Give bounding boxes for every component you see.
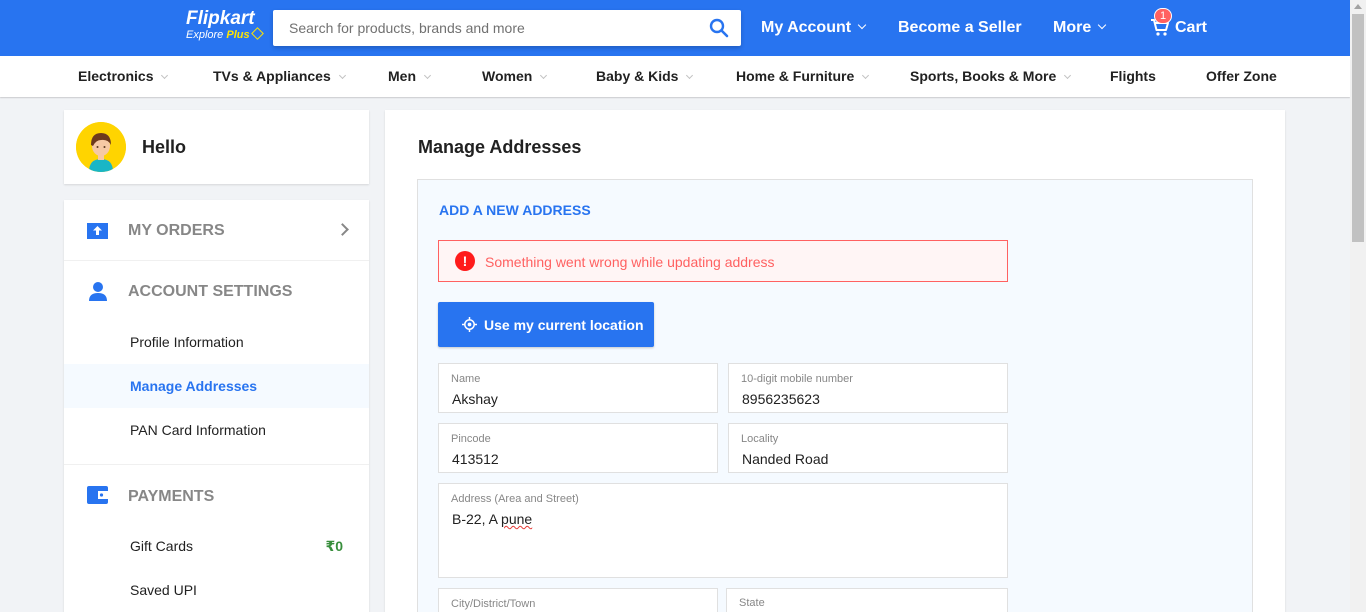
more-label: More — [1053, 19, 1092, 36]
chevron-down-icon — [338, 71, 346, 80]
scrollbar-thumb[interactable] — [1352, 14, 1364, 242]
error-icon: ! — [455, 251, 475, 271]
plus-icon — [250, 27, 264, 40]
brand-name: Flipkart — [186, 8, 255, 29]
address-form: ADD A NEW ADDRESS ! Something went wrong… — [417, 179, 1253, 612]
pan-card-label: PAN Card Information — [130, 422, 266, 438]
chevron-down-icon — [1097, 20, 1107, 30]
state-label: State — [739, 597, 765, 609]
category-flights[interactable]: Flights — [1110, 68, 1156, 84]
sidebar-item-gift-cards[interactable]: Gift Cards ₹0 — [64, 524, 369, 568]
location-crosshair-icon — [462, 317, 477, 332]
orders-icon — [87, 223, 108, 239]
user-avatar-icon — [76, 122, 126, 172]
use-current-location-button[interactable]: Use my current location — [438, 302, 654, 347]
search-bar — [273, 10, 741, 46]
user-greeting-card: Hello — [64, 110, 369, 184]
wallet-icon — [87, 486, 108, 504]
sidebar-section-account-settings: ACCOUNT SETTINGS — [64, 261, 369, 321]
chevron-down-icon — [423, 71, 432, 80]
add-new-address-link[interactable]: ADD A NEW ADDRESS — [439, 202, 591, 218]
name-input[interactable] — [452, 391, 702, 407]
category-electronics[interactable]: Electronics — [78, 68, 169, 84]
payments-label: PAYMENTS — [128, 488, 215, 505]
state-field[interactable]: State — [726, 588, 1008, 612]
cart-link[interactable]: Cart — [1175, 18, 1207, 38]
scroll-up-arrow-icon[interactable] — [1354, 4, 1362, 9]
category-baby-kids[interactable]: Baby & Kids — [596, 68, 694, 84]
category-sports-books[interactable]: Sports, Books & More — [910, 68, 1072, 84]
category-men[interactable]: Men — [388, 68, 432, 84]
page-title: Manage Addresses — [418, 137, 582, 157]
use-location-label: Use my current location — [484, 317, 644, 333]
city-label: City/District/Town — [451, 598, 536, 610]
account-sidebar: MY ORDERS ACCOUNT SETTINGS Profile Infor… — [64, 200, 369, 612]
pincode-input[interactable] — [452, 451, 702, 467]
my-orders-label: MY ORDERS — [128, 222, 225, 239]
sidebar-section-payments: PAYMENTS — [64, 465, 369, 525]
locality-input[interactable] — [742, 451, 992, 467]
chevron-down-icon — [1064, 71, 1072, 80]
chevron-down-icon — [540, 71, 548, 80]
my-account-menu[interactable]: My Account — [761, 18, 867, 38]
chevron-down-icon — [862, 71, 870, 80]
flipkart-logo[interactable]: Flipkart Explore Plus — [186, 8, 264, 42]
category-bar: Electronics TVs & Appliances Men Women B… — [0, 56, 1350, 97]
main-panel: Manage Addresses ADD A NEW ADDRESS ! Som… — [385, 110, 1285, 612]
address-label: Address (Area and Street) — [451, 493, 579, 505]
chevron-down-icon — [161, 71, 169, 80]
mobile-label: 10-digit mobile number — [741, 373, 853, 385]
cart-count-badge: 1 — [1154, 8, 1172, 24]
become-seller-link[interactable]: Become a Seller — [898, 18, 1022, 38]
brand-tagline: Explore Plus — [186, 27, 264, 42]
sidebar-item-pan-card[interactable]: PAN Card Information — [64, 408, 369, 452]
error-message: Something went wrong while updating addr… — [485, 254, 775, 270]
locality-field: Locality — [728, 423, 1008, 473]
profile-information-label: Profile Information — [130, 334, 244, 350]
sidebar-item-manage-addresses[interactable]: Manage Addresses — [64, 364, 369, 408]
address-value-misspelled: pune — [501, 511, 533, 527]
locality-label: Locality — [741, 433, 779, 445]
sidebar-item-my-orders[interactable]: MY ORDERS — [64, 200, 369, 260]
chevron-down-icon — [857, 20, 867, 30]
sidebar-item-saved-upi[interactable]: Saved UPI — [64, 568, 369, 612]
gift-cards-label: Gift Cards — [130, 538, 194, 554]
user-icon — [89, 282, 107, 301]
name-field: Name — [438, 363, 718, 413]
manage-addresses-label: Manage Addresses — [130, 378, 258, 394]
category-offer-zone[interactable]: Offer Zone — [1206, 68, 1277, 84]
sidebar-item-profile-information[interactable]: Profile Information — [64, 320, 369, 364]
top-navbar: Flipkart Explore Plus My Account Become … — [0, 0, 1350, 56]
saved-upi-label: Saved UPI — [130, 582, 197, 598]
cart-label: Cart — [1175, 19, 1208, 36]
category-tvs-appliances[interactable]: TVs & Appliances — [213, 68, 346, 84]
my-account-label: My Account — [761, 19, 852, 36]
address-textarea[interactable]: B-22, A pune — [452, 511, 702, 527]
name-label: Name — [451, 373, 481, 385]
error-alert: ! Something went wrong while updating ad… — [438, 240, 1008, 282]
pincode-label: Pincode — [451, 433, 491, 445]
address-value-prefix: B-22, A — [452, 511, 502, 527]
hello-text: Hello — [142, 137, 187, 157]
chevron-down-icon — [686, 71, 694, 80]
city-field: City/District/Town — [438, 588, 718, 612]
search-icon[interactable] — [709, 18, 729, 38]
become-seller-label: Become a Seller — [898, 19, 1022, 36]
chevron-right-icon — [336, 223, 349, 236]
mobile-field: 10-digit mobile number — [728, 363, 1008, 413]
account-settings-label: ACCOUNT SETTINGS — [128, 283, 293, 300]
search-input[interactable] — [273, 10, 693, 46]
address-field[interactable]: Address (Area and Street) B-22, A pune — [438, 483, 1008, 578]
gift-cards-balance: ₹0 — [325, 538, 343, 554]
category-women[interactable]: Women — [482, 68, 548, 84]
mobile-input[interactable] — [742, 391, 992, 407]
more-menu[interactable]: More — [1053, 18, 1107, 38]
category-home-furniture[interactable]: Home & Furniture — [736, 68, 870, 84]
avatar — [76, 122, 126, 172]
pincode-field: Pincode — [438, 423, 718, 473]
